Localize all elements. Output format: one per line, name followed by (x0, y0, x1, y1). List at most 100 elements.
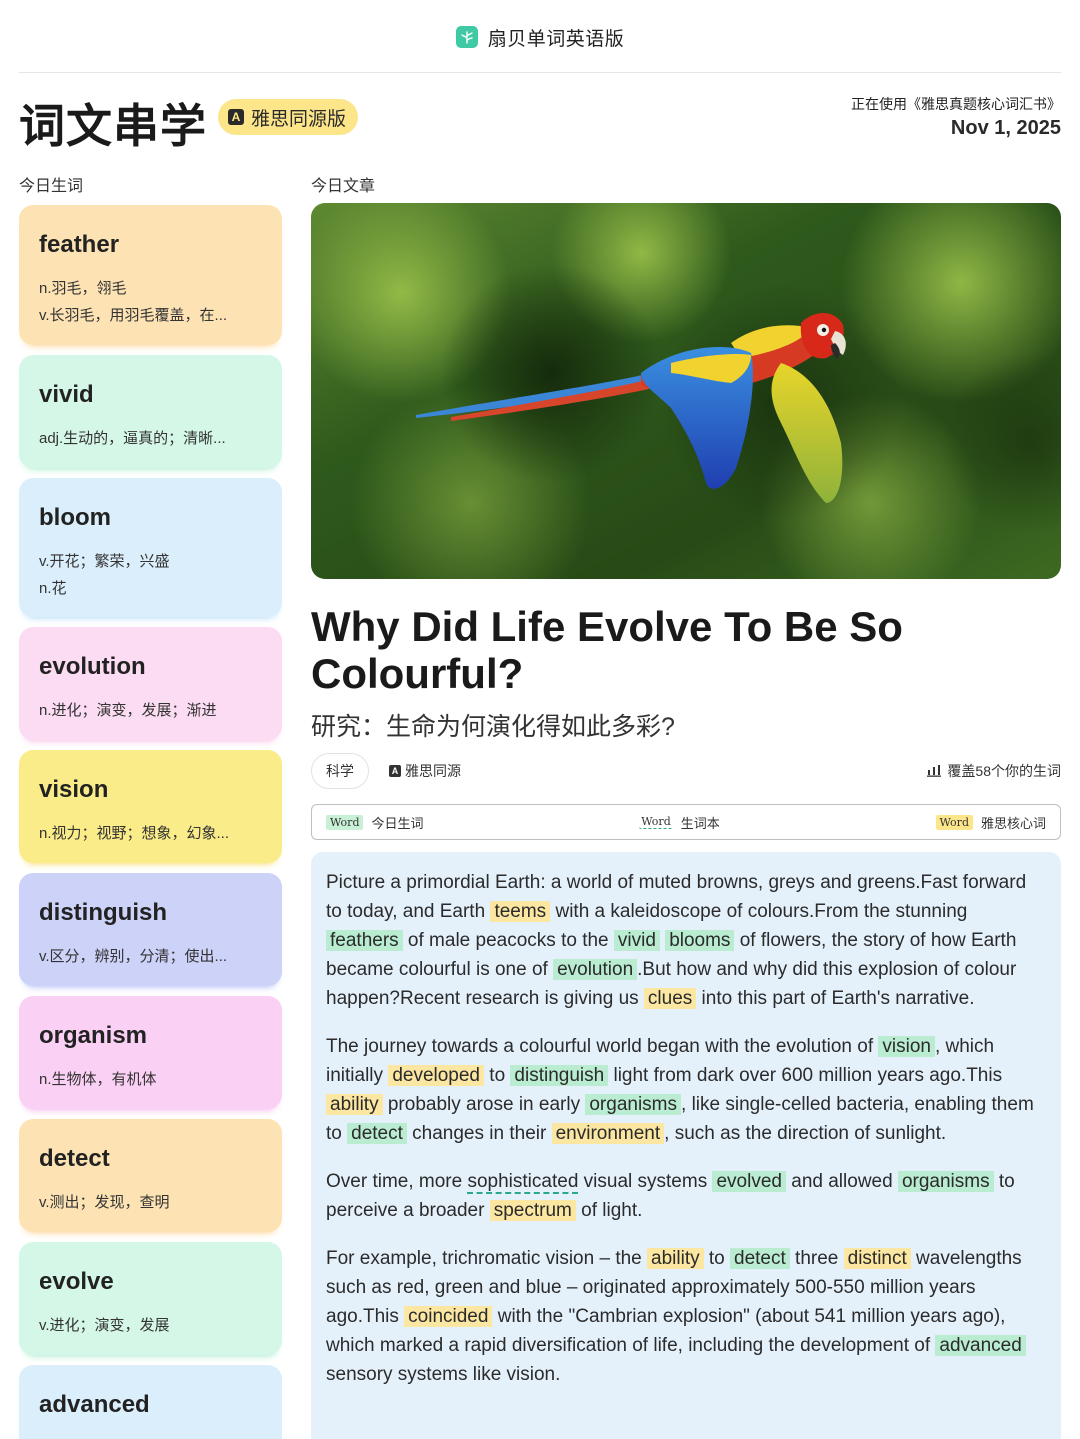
word-definition: n.视力；视野；想象，幻象... (39, 825, 230, 842)
article-text: visual systems (578, 1171, 713, 1192)
article-hero-image (311, 203, 1061, 579)
word-text: detect (39, 1145, 110, 1172)
word-definition: n.生物体，有机体 (39, 1071, 157, 1088)
highlight-legend: Word 今日生词 Word 生词本 Word 雅思核心词 (311, 804, 1061, 840)
date-label: Nov 1, 2025 (950, 117, 1061, 139)
word-text: distinguish (39, 899, 167, 926)
current-book-label[interactable]: 正在使用《雅思真题核心词汇书》 (851, 94, 1061, 114)
category-tag[interactable]: 科学 (311, 753, 369, 789)
word-definition: v.开花；繁荣，兴盛 (39, 553, 170, 570)
edition-badge[interactable]: A 雅思同源版 (218, 99, 359, 135)
bar-chart-icon (927, 765, 942, 777)
legend-core-words: Word 雅思核心词 (935, 813, 1046, 832)
article-text: changes in their (406, 1123, 552, 1144)
article-paragraph: Picture a primordial Earth: a world of m… (326, 868, 1047, 1013)
today-word-highlight[interactable]: distinguish (510, 1065, 609, 1086)
header-divider (19, 72, 1061, 73)
word-text: vision (39, 776, 109, 803)
word-card-feather[interactable]: feather n.羽毛，翎毛 v.长羽毛，用羽毛覆盖，在... (19, 205, 282, 345)
word-definition: n.进化；演变，发展；渐进 (39, 702, 217, 719)
word-card-bloom[interactable]: bloom v.开花；繁荣，兴盛 n.花 (19, 478, 282, 617)
article-text: For example, trichromatic vision – the (326, 1248, 648, 1269)
word-card-advanced[interactable]: advanced (19, 1365, 282, 1439)
today-word-highlight[interactable]: organisms (585, 1094, 682, 1115)
legend-notebook: Word 生词本 (639, 813, 720, 832)
today-word-highlight[interactable]: blooms (665, 930, 735, 951)
today-words-heading: 今日生词 (19, 178, 84, 195)
edition-badge-label: 雅思同源版 (251, 108, 347, 130)
core-word-highlight[interactable]: ability (326, 1094, 383, 1115)
ielts-a-icon: A (228, 109, 244, 125)
legend-today-words: Word 今日生词 (326, 813, 424, 832)
core-word-highlight[interactable]: environment (551, 1123, 665, 1144)
app-header: 扇贝单词英语版 (0, 0, 1080, 74)
article-text: of male peacocks to the (402, 930, 614, 951)
article-subtitle: 研究：生命为何演化得如此多彩? (311, 713, 675, 741)
today-word-highlight[interactable]: vision (878, 1036, 935, 1057)
core-word-highlight[interactable]: teems (490, 901, 551, 922)
today-word-highlight[interactable]: detect (730, 1248, 790, 1269)
today-word-highlight[interactable]: detect (347, 1123, 407, 1144)
article-meta-row: 科学 A 雅思同源 覆盖58个你的生词 (311, 752, 1061, 790)
word-text: advanced (39, 1391, 150, 1418)
today-article-heading: 今日文章 (311, 178, 376, 195)
today-word-highlight[interactable]: feathers (326, 930, 403, 951)
word-card-distinguish[interactable]: distinguish v.区分，辨别，分清；使出... (19, 873, 282, 986)
word-text: evolution (39, 653, 146, 680)
today-word-highlight[interactable]: evolution (553, 959, 638, 980)
legend-swatch-today: Word (326, 814, 364, 830)
article-text: , such as the direction of sunlight. (664, 1123, 947, 1144)
article-title[interactable]: Why Did Life Evolve To Be So Colourful? (311, 603, 1061, 697)
article-text: to (484, 1065, 511, 1086)
coverage-label: 覆盖58个你的生词 (947, 763, 1061, 779)
word-text: bloom (39, 504, 111, 531)
article-text: light from dark over 600 million years a… (608, 1065, 1003, 1086)
article-text: into this part of Earth's narrative. (696, 988, 975, 1009)
core-word-highlight[interactable]: coincided (404, 1306, 493, 1327)
ielts-a-icon: A (389, 765, 401, 777)
page-title: 词文串学 (19, 99, 207, 153)
article-paragraph: Over time, more sophisticated visual sys… (326, 1167, 1047, 1225)
word-definition: v.长羽毛，用羽毛覆盖，在... (39, 307, 228, 324)
article-text: Over time, more (326, 1171, 468, 1192)
today-word-highlight[interactable]: advanced (935, 1335, 1026, 1356)
core-word-highlight[interactable]: ability (647, 1248, 704, 1269)
word-definition: v.区分，辨别，分清；使出... (39, 948, 228, 965)
article-paragraph: For example, trichromatic vision – the a… (326, 1244, 1047, 1389)
word-card-detect[interactable]: detect v.测出；发现，查明 (19, 1119, 282, 1232)
word-definition: adj.生动的，逼真的；清晰... (39, 430, 226, 447)
legend-label-notebook: 生词本 (680, 815, 720, 831)
word-card-organism[interactable]: organism n.生物体，有机体 (19, 996, 282, 1109)
word-definition: v.进化；演变，发展 (39, 1317, 170, 1334)
legend-label-core: 雅思核心词 (980, 815, 1046, 831)
coverage-info[interactable]: 覆盖58个你的生词 (927, 761, 1061, 781)
article-text: three (789, 1248, 844, 1269)
article-text: The journey towards a colourful world be… (326, 1036, 879, 1057)
word-text: vivid (39, 381, 94, 408)
today-word-highlight[interactable]: evolved (712, 1171, 786, 1192)
article-text: to (703, 1248, 730, 1269)
core-word-highlight[interactable]: spectrum (489, 1200, 576, 1221)
core-word-highlight[interactable]: clues (643, 988, 697, 1009)
article-text: and allowed (785, 1171, 898, 1192)
notebook-word-highlight[interactable]: sophisticated (467, 1171, 579, 1194)
word-text: evolve (39, 1268, 114, 1295)
legend-swatch-core: Word (935, 814, 973, 830)
word-card-vision[interactable]: vision n.视力；视野；想象，幻象... (19, 750, 282, 863)
legend-label-today: 今日生词 (371, 815, 424, 831)
article-body: Picture a primordial Earth: a world of m… (311, 852, 1061, 1439)
article-text: probably arose in early (382, 1094, 586, 1115)
word-card-evolution[interactable]: evolution n.进化；演变，发展；渐进 (19, 627, 282, 740)
core-word-highlight[interactable]: distinct (843, 1248, 911, 1269)
word-text: organism (39, 1022, 148, 1049)
core-word-highlight[interactable]: developed (388, 1065, 485, 1086)
word-card-evolve[interactable]: evolve v.进化；演变，发展 (19, 1242, 282, 1355)
legend-swatch-notebook: Word (639, 815, 673, 829)
today-word-highlight[interactable]: vivid (613, 930, 660, 951)
word-card-vivid[interactable]: vivid adj.生动的，逼真的；清晰... (19, 355, 282, 468)
article-text: of light. (575, 1200, 643, 1221)
source-label: 雅思同源 (405, 763, 461, 779)
word-definition: n.花 (39, 580, 67, 597)
article-text: sensory systems like vision. (326, 1364, 561, 1385)
today-word-highlight[interactable]: organisms (897, 1171, 994, 1192)
